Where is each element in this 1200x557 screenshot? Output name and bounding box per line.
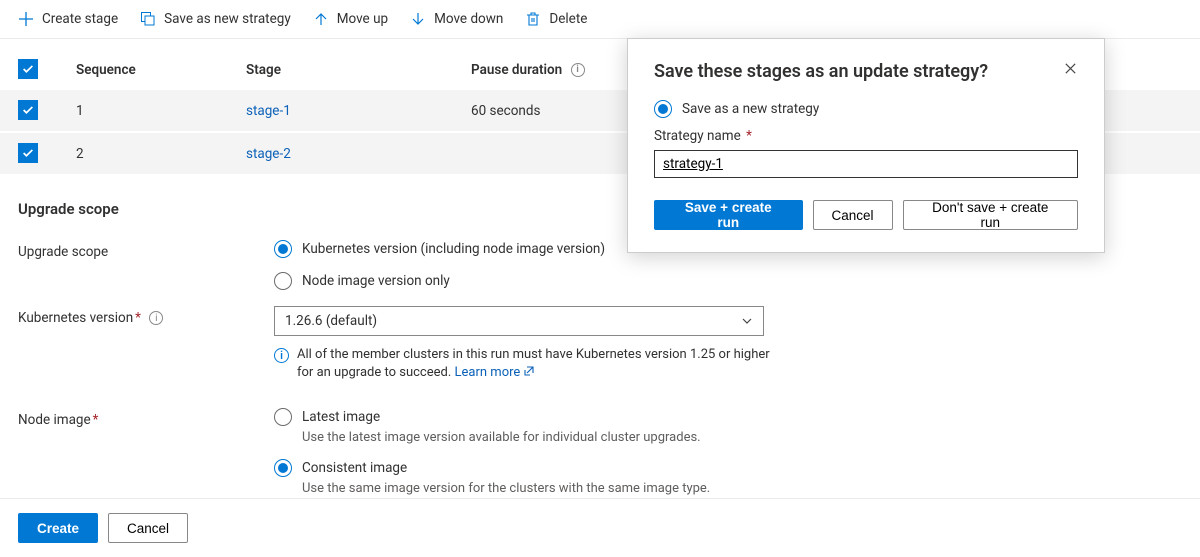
save-create-button[interactable]: Save + create run <box>654 200 803 230</box>
toolbar-label: Save as new strategy <box>164 11 291 27</box>
node-consistent-radio[interactable]: Consistent image <box>274 459 1182 477</box>
save-new-radio[interactable]: Save as a new strategy <box>654 100 1078 118</box>
info-icon[interactable]: i <box>149 311 163 325</box>
select-all-checkbox[interactable] <box>18 59 38 79</box>
radio-icon <box>274 240 292 258</box>
cancel-button[interactable]: Cancel <box>108 513 188 543</box>
radio-label: Latest image <box>302 409 380 425</box>
radio-label: Kubernetes version (including node image… <box>302 241 605 257</box>
radio-label: Save as a new strategy <box>682 101 819 117</box>
cell-stage-link[interactable]: stage-2 <box>246 146 471 162</box>
radio-icon <box>654 100 672 118</box>
info-icon[interactable]: i <box>571 63 585 77</box>
move-up-button[interactable]: Move up <box>313 11 388 27</box>
move-down-button[interactable]: Move down <box>410 11 503 27</box>
radio-icon <box>274 408 292 426</box>
toolbar-label: Create stage <box>42 11 118 27</box>
radio-label: Node image version only <box>302 273 450 289</box>
upgrade-scope-form: Upgrade scope Kubernetes version (includ… <box>0 226 1200 536</box>
strategy-name-label: Strategy name * <box>654 128 1078 144</box>
modal-title: Save these stages as an update strategy? <box>654 61 988 82</box>
info-circle-icon: i <box>274 348 289 363</box>
plus-icon <box>18 11 34 27</box>
external-link-icon <box>523 365 535 377</box>
trash-icon <box>525 11 541 27</box>
arrow-up-icon <box>313 11 329 27</box>
save-strategy-modal: Save these stages as an update strategy?… <box>627 38 1105 253</box>
col-sequence: Sequence <box>76 62 246 78</box>
toolbar: Create stage Save as new strategy Move u… <box>0 0 1200 39</box>
toolbar-label: Move down <box>434 11 503 27</box>
k8s-version-select[interactable]: 1.26.6 (default) <box>274 306 764 336</box>
chevron-down-icon <box>741 315 753 327</box>
save-strategy-button[interactable]: Save as new strategy <box>140 11 291 27</box>
dont-save-create-button[interactable]: Don't save + create run <box>903 200 1078 230</box>
k8s-info-box: i All of the member clusters in this run… <box>274 346 784 382</box>
create-stage-button[interactable]: Create stage <box>18 11 118 27</box>
strategy-name-input[interactable] <box>654 150 1078 178</box>
col-stage: Stage <box>246 62 471 78</box>
radio-subtext: Use the same image version for the clust… <box>302 481 1182 496</box>
scope-node-image-radio[interactable]: Node image version only <box>274 272 1182 290</box>
node-latest-radio[interactable]: Latest image <box>274 408 1182 426</box>
cell-stage-link[interactable]: stage-1 <box>246 103 471 119</box>
select-value: 1.26.6 (default) <box>285 313 377 329</box>
save-as-icon <box>140 11 156 27</box>
radio-label: Consistent image <box>302 460 407 476</box>
modal-cancel-button[interactable]: Cancel <box>813 200 893 230</box>
footer-actions: Create Cancel <box>0 498 1200 557</box>
learn-more-link[interactable]: Learn more <box>455 365 536 380</box>
cell-seq: 2 <box>76 146 246 162</box>
create-button[interactable]: Create <box>18 513 98 543</box>
toolbar-label: Move up <box>337 11 388 27</box>
delete-button[interactable]: Delete <box>525 11 587 27</box>
radio-icon <box>274 459 292 477</box>
toolbar-label: Delete <box>549 11 587 27</box>
close-icon[interactable] <box>1063 61 1078 76</box>
cell-seq: 1 <box>76 103 246 119</box>
arrow-down-icon <box>410 11 426 27</box>
upgrade-scope-label: Upgrade scope <box>18 240 274 260</box>
k8s-version-label: Kubernetes version* i <box>18 306 274 326</box>
row-checkbox[interactable] <box>18 100 38 120</box>
row-checkbox[interactable] <box>18 143 38 163</box>
node-image-label: Node image* <box>18 408 274 428</box>
radio-subtext: Use the latest image version available f… <box>302 430 1182 445</box>
radio-icon <box>274 272 292 290</box>
